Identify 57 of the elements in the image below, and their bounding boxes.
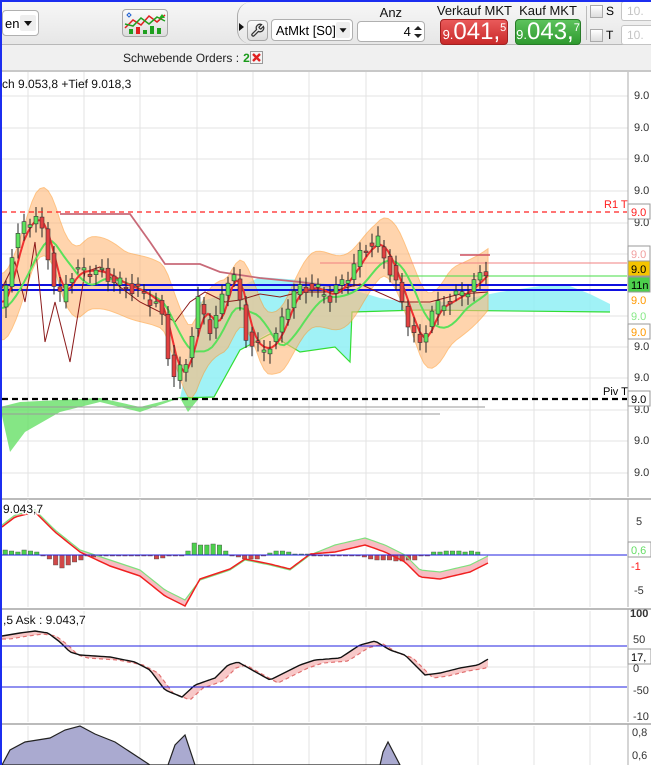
order-type-select[interactable]: AtMkt [S0] (270, 19, 353, 41)
quote-label: Verkauf MKT (436, 2, 512, 18)
axis-label: 9.0 (634, 122, 650, 134)
axis-label: -10 (633, 711, 649, 722)
price-tag: -1 (631, 561, 641, 573)
axis-label: 9.0 (634, 467, 650, 479)
pending-orders-count: 2 (243, 50, 250, 64)
axis-label: 0,6 (632, 750, 648, 762)
checkbox[interactable] (590, 4, 603, 18)
axis-label: 9.0 (634, 185, 650, 197)
axis-label: 9.0 (634, 372, 650, 384)
price-tag: 9.0 (628, 204, 650, 220)
spinner-icon[interactable] (414, 24, 422, 38)
caret-icon (336, 22, 350, 38)
line-chart-icon (122, 12, 167, 34)
axis-label: 9.0 (634, 435, 650, 447)
caret-icon[interactable] (238, 23, 244, 31)
wrench-icon (250, 22, 265, 38)
axis-label: 50 (633, 634, 646, 646)
caret-icon (20, 15, 36, 31)
price-tag: 9.0 (628, 324, 650, 340)
quantity-label: Anz (380, 4, 402, 21)
close-icon[interactable] (250, 51, 263, 64)
axis-label: -50 (633, 685, 649, 697)
chart-style-button[interactable] (122, 9, 168, 37)
checkbox-label: S (606, 4, 616, 18)
price-tag: 17, (628, 648, 651, 664)
level-label: Piv T (603, 386, 628, 398)
axis-label: 9.0 (634, 341, 650, 353)
quote-label: Kauf MKT (519, 2, 577, 18)
axis-label: 9.0 (634, 153, 650, 165)
price-tag: 9.0 (628, 390, 650, 406)
axis-label: 0 (633, 663, 640, 675)
chart-legend: ,5 Ask : 9.043,7 (3, 613, 86, 627)
axis-label: 5 (636, 516, 642, 528)
price-tag: 9.0 (631, 311, 646, 323)
level-label: R1 T (604, 199, 628, 211)
axis-label: 100 (630, 608, 648, 620)
price-tag: 9.0 (628, 260, 650, 276)
chart-legend: 9.043,7 (3, 502, 44, 516)
axis-label: 9.0 (634, 90, 650, 102)
axis-label: 0,8 (632, 727, 648, 739)
level-line (460, 254, 490, 256)
axis-label: -5 (634, 585, 644, 597)
period-select[interactable]: en (2, 10, 39, 36)
price-field[interactable]: 10. (621, 25, 651, 45)
chart-legend: ch 9.053,8 +Tief 9.018,3 (2, 77, 132, 91)
price-tag: 11n (628, 276, 650, 292)
quantity-field[interactable]: 4 (356, 21, 425, 42)
price-tag: 0,6 (628, 542, 651, 558)
settings-button[interactable] (246, 20, 268, 40)
price-tag: 9.0 (631, 295, 646, 307)
price-field[interactable]: 10. (621, 2, 651, 21)
pending-orders-label: Schwebende Orders : (123, 50, 240, 64)
price-tag: 9.0 (628, 246, 650, 262)
checkbox-label: T (606, 28, 614, 42)
checkbox[interactable] (590, 28, 603, 42)
